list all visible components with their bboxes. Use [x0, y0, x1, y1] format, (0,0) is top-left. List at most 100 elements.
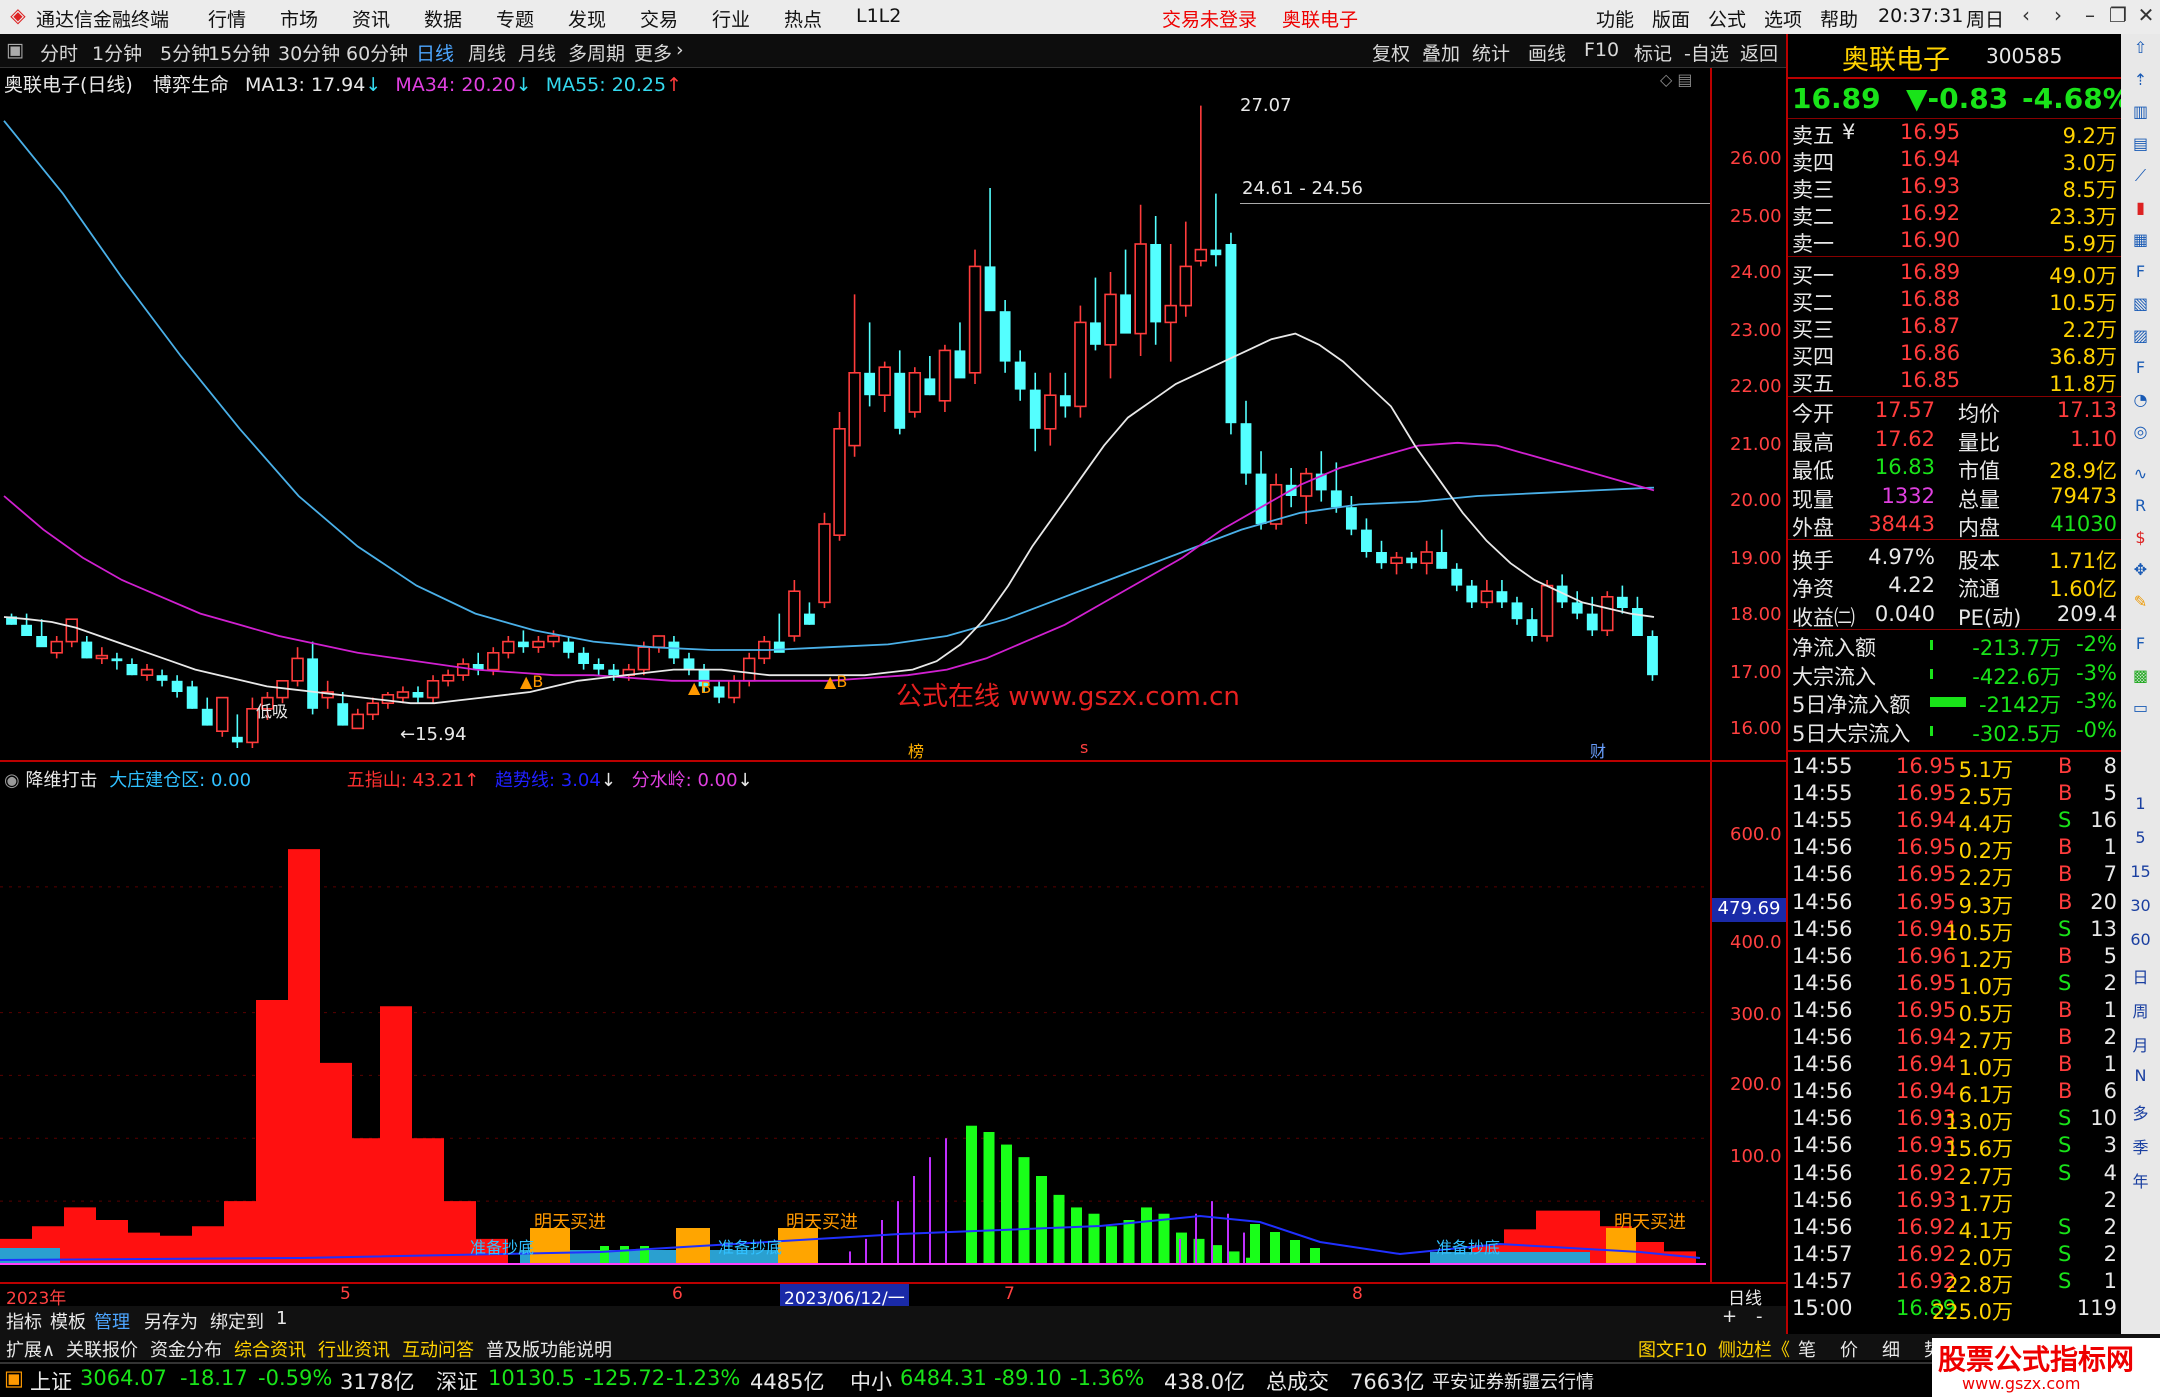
- pie-icon[interactable]: ◔: [2125, 390, 2156, 418]
- bid-price[interactable]: 16.88: [1900, 287, 1960, 311]
- menu-l1l2[interactable]: L1L2: [856, 5, 901, 27]
- sidebar-period[interactable]: 60: [2125, 930, 2156, 958]
- restore-icon[interactable]: ❐: [2104, 3, 2132, 31]
- tool-tongji[interactable]: 统计: [1472, 39, 1510, 66]
- ask-price[interactable]: 16.94: [1900, 147, 1960, 171]
- dollar-icon[interactable]: $: [2125, 528, 2156, 556]
- ask-price[interactable]: 16.90: [1900, 228, 1960, 252]
- bid-price[interactable]: 16.85: [1900, 368, 1960, 392]
- minimize-icon[interactable]: –: [2076, 3, 2104, 31]
- menu-zhuanti[interactable]: 专题: [496, 5, 534, 32]
- tab-pujiban[interactable]: 普及版功能说明: [486, 1336, 612, 1362]
- bid-price[interactable]: 16.86: [1900, 341, 1960, 365]
- tab-hangyezixun[interactable]: 行业资讯: [318, 1336, 390, 1362]
- tab-cebianlan[interactable]: 侧边栏《: [1718, 1336, 1790, 1362]
- tool-huaxian[interactable]: 画线: [1528, 39, 1566, 66]
- period-list-icon[interactable]: ▭: [2125, 698, 2156, 726]
- sidebar-period[interactable]: 季: [2125, 1134, 2156, 1162]
- tool-fuquan[interactable]: 复权: [1372, 39, 1410, 66]
- toggle-panel-icon[interactable]: ▣: [6, 39, 24, 61]
- period-60min[interactable]: 60分钟: [346, 39, 408, 66]
- menu-shuju[interactable]: 数据: [424, 5, 462, 32]
- kline-svg[interactable]: [0, 68, 1786, 762]
- tool-biaoji[interactable]: 标记: [1634, 39, 1672, 66]
- chevron-right-icon[interactable]: ›: [676, 39, 684, 61]
- period-multi[interactable]: 多周期: [568, 39, 625, 66]
- close-icon[interactable]: ✕: [2132, 3, 2160, 31]
- menu-hangqing[interactable]: 行情: [208, 5, 246, 32]
- sidebar-period[interactable]: N: [2125, 1066, 2156, 1094]
- rsi-icon[interactable]: R: [2125, 496, 2156, 524]
- sidebar-period[interactable]: 年: [2125, 1168, 2156, 1196]
- indicator-panel[interactable]: ◉ 降维打击 大庄建仓区: 0.00 五指山: 43.21↑ 趋势线: 3.04…: [0, 764, 1786, 1284]
- kline-icon[interactable]: ▮: [2125, 198, 2156, 226]
- menu-jiaoyi[interactable]: 交易: [640, 5, 678, 32]
- menu-redian[interactable]: 热点: [784, 5, 822, 32]
- period-monthly[interactable]: 月线: [518, 39, 556, 66]
- tool-fanhui[interactable]: 返回: [1740, 39, 1778, 66]
- tab-guanli[interactable]: 管理: [94, 1308, 130, 1334]
- sh-label[interactable]: 上证: [30, 1366, 72, 1396]
- table-icon[interactable]: ▧: [2125, 294, 2156, 322]
- tab-bi[interactable]: 笔: [1798, 1336, 1816, 1362]
- tab-bangdingdao[interactable]: 绑定到: [210, 1308, 264, 1334]
- sidebar-period[interactable]: 5: [2125, 828, 2156, 856]
- ask-price[interactable]: 16.92: [1900, 201, 1960, 225]
- menu-faxian[interactable]: 发现: [568, 5, 606, 32]
- ask-price[interactable]: 16.93: [1900, 174, 1960, 198]
- period-fenshi[interactable]: 分时: [40, 39, 78, 66]
- menu-gongneng[interactable]: 功能: [1596, 5, 1634, 32]
- sidebar-period[interactable]: 15: [2125, 862, 2156, 890]
- bid-price[interactable]: 16.87: [1900, 314, 1960, 338]
- tab-kuozhan[interactable]: 扩展∧: [6, 1336, 55, 1362]
- trade-status[interactable]: 交易未登录: [1162, 5, 1257, 32]
- period-15min[interactable]: 15分钟: [208, 39, 270, 66]
- list-icon[interactable]: ▤: [2125, 134, 2156, 162]
- forward-icon[interactable]: ›: [2044, 3, 2072, 31]
- circle-icon[interactable]: ◎: [2125, 422, 2156, 450]
- move-icon[interactable]: ✥: [2125, 560, 2156, 588]
- tool-diejia[interactable]: 叠加: [1422, 39, 1460, 66]
- menu-zixun[interactable]: 资讯: [352, 5, 390, 32]
- zoom-in-button[interactable]: +: [1722, 1306, 1737, 1327]
- tab-zijinfenbu[interactable]: 资金分布: [150, 1336, 222, 1362]
- tab-zonghezixun[interactable]: 综合资讯: [234, 1336, 306, 1362]
- sidebar-period[interactable]: 多: [2125, 1100, 2156, 1128]
- period-30min[interactable]: 30分钟: [278, 39, 340, 66]
- f12-icon[interactable]: F: [2125, 358, 2156, 386]
- period-weekly[interactable]: 周线: [468, 39, 506, 66]
- tool-zixuan[interactable]: -自选: [1684, 39, 1729, 66]
- menu-hangye[interactable]: 行业: [712, 5, 750, 32]
- grid-icon[interactable]: ▦: [2125, 230, 2156, 258]
- sidebar-period[interactable]: 月: [2125, 1032, 2156, 1060]
- period-more[interactable]: 更多: [634, 39, 672, 66]
- tab-jia[interactable]: 价: [1840, 1336, 1858, 1362]
- wave-icon[interactable]: ∿: [2125, 464, 2156, 492]
- sz-label[interactable]: 深证: [436, 1366, 478, 1396]
- sidebar-period[interactable]: 1: [2125, 794, 2156, 822]
- chart-icon[interactable]: ▥: [2125, 102, 2156, 130]
- menu-xuanxiang[interactable]: 选项: [1764, 5, 1802, 32]
- bid-price[interactable]: 16.89: [1900, 260, 1960, 284]
- tab-zhibiao[interactable]: 指标: [6, 1308, 42, 1334]
- menu-bangzhu[interactable]: 帮助: [1820, 5, 1858, 32]
- line-chart-icon[interactable]: ⟋: [2125, 166, 2156, 194]
- f10-icon[interactable]: F: [2125, 262, 2156, 290]
- doc-icon[interactable]: ▨: [2125, 326, 2156, 354]
- tab-guanlianbaojia[interactable]: 关联报价: [66, 1336, 138, 1362]
- sidebar-period[interactable]: 30: [2125, 896, 2156, 924]
- chart-options-icon[interactable]: ◇ ▤: [1660, 70, 1693, 89]
- zx-label[interactable]: 中小: [850, 1366, 892, 1396]
- period-daily[interactable]: 日线: [416, 39, 454, 66]
- menu-gongshi[interactable]: 公式: [1708, 5, 1746, 32]
- ask-price[interactable]: 16.95: [1900, 120, 1960, 144]
- tab-tuwenf10[interactable]: 图文F10: [1638, 1336, 1707, 1362]
- sidebar-period[interactable]: 日: [2125, 964, 2156, 992]
- zoom-out-button[interactable]: -: [1756, 1306, 1763, 1327]
- fs-icon[interactable]: F: [2125, 634, 2156, 662]
- tab-xi[interactable]: 细: [1882, 1336, 1900, 1362]
- tab-number[interactable]: 1: [276, 1308, 287, 1329]
- arrow-up-icon[interactable]: ⇧: [2125, 38, 2156, 66]
- kline-chart-panel[interactable]: 奥联电子(日线) 博弈生命 MA13: 17.94↓ MA34: 20.20↓ …: [0, 68, 1786, 762]
- layout-icon[interactable]: ▩: [2125, 666, 2156, 694]
